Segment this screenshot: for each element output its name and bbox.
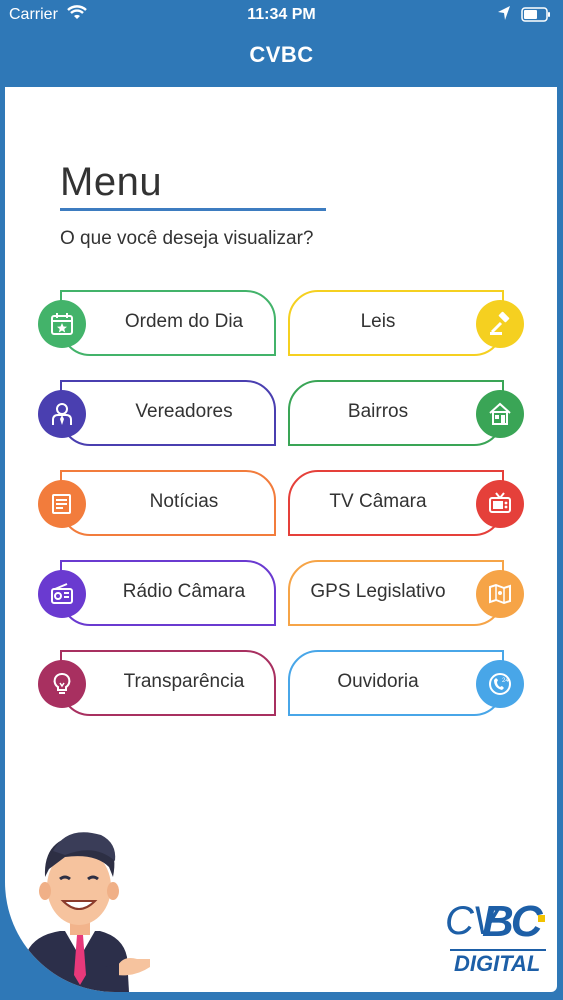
- menu-button-gps-legislativo[interactable]: GPS Legislativo: [288, 560, 524, 626]
- menu-button-ouvidoria[interactable]: 24 Ouvidoria: [288, 650, 524, 716]
- svg-text:24: 24: [502, 678, 509, 684]
- menu-button-label: Bairros: [347, 401, 409, 422]
- menu-button-tv-camara[interactable]: TV Câmara: [288, 470, 524, 536]
- menu-button-label: Vereadores: [135, 401, 233, 422]
- status-time: 11:34 PM: [247, 6, 316, 23]
- person-icon: [38, 390, 86, 438]
- radio-icon: [38, 570, 86, 618]
- menu-button-label: TV Câmara: [329, 491, 427, 512]
- menu-button-leis[interactable]: Leis: [288, 290, 524, 356]
- logo-bc-text: BC: [482, 897, 543, 946]
- tv-icon: [476, 480, 524, 528]
- mascot-illustration: [25, 832, 150, 992]
- logo-digital-text: DIGITAL: [454, 951, 541, 976]
- menu-button-label: GPS Legislativo: [310, 581, 446, 602]
- menu-button-ordem-do-dia[interactable]: Ordem do Dia: [38, 290, 276, 356]
- page-title: Menu: [60, 160, 163, 204]
- calendar-star-icon: [38, 300, 86, 348]
- status-bar: Carrier 11:34 PM: [0, 0, 563, 30]
- menu-button-label: Transparência: [123, 671, 245, 692]
- house-icon: [476, 390, 524, 438]
- nav-title: CVBC: [249, 42, 314, 67]
- menu-button-radio-camara[interactable]: Rádio Câmara: [38, 560, 276, 626]
- map-icon: [476, 570, 524, 618]
- menu-button-bairros[interactable]: Bairros: [288, 380, 524, 446]
- battery-icon: [521, 7, 550, 22]
- menu-card: Menu O que você deseja visualizar? Ordem…: [5, 87, 557, 992]
- menu-button-label: Rádio Câmara: [122, 581, 246, 602]
- title-underline: [60, 208, 326, 211]
- menu-button-label: Ordem do Dia: [124, 311, 244, 332]
- menu-button-label: Notícias: [149, 491, 219, 512]
- gavel-icon: [476, 300, 524, 348]
- menu-button-transparencia[interactable]: Transparência: [38, 650, 276, 716]
- menu-button-noticias[interactable]: Notícias: [38, 470, 276, 536]
- phone-24-icon: 24: [476, 660, 524, 708]
- newspaper-icon: [38, 480, 86, 528]
- menu-button-vereadores[interactable]: Vereadores: [38, 380, 276, 446]
- logo-dot: [538, 915, 545, 922]
- lightbulb-icon: [38, 660, 86, 708]
- menu-button-label: Ouvidoria: [337, 671, 419, 692]
- location-arrow-icon: [498, 6, 510, 20]
- page-subtitle: O que você deseja visualizar?: [60, 228, 314, 249]
- cvbc-digital-logo: CV BC DIGITAL: [442, 897, 552, 979]
- menu-button-label: Leis: [360, 311, 396, 332]
